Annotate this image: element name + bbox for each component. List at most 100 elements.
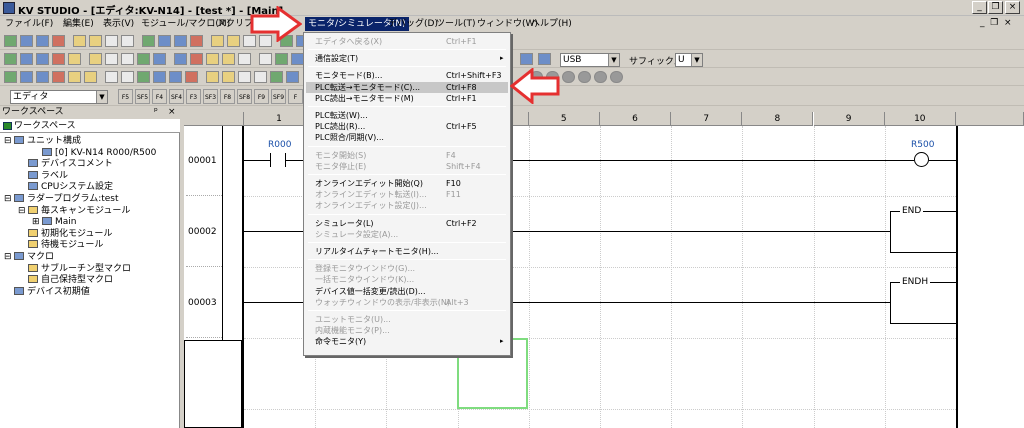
minimize-button[interactable]: _ — [972, 1, 987, 14]
toolbar-button-icon[interactable] — [238, 53, 251, 65]
toolbar-button-icon[interactable] — [68, 53, 81, 65]
toolbar-button-icon[interactable] — [259, 53, 272, 65]
toolbar-button-icon[interactable] — [222, 53, 235, 65]
toolbar-button-icon[interactable] — [520, 53, 533, 65]
toolbar-button-icon[interactable] — [68, 71, 81, 83]
toolbar-button-icon[interactable] — [142, 35, 155, 47]
toolbar-button-icon[interactable] — [121, 53, 134, 65]
toolbar-button-icon[interactable] — [610, 71, 623, 83]
function-key-button[interactable]: SF3 — [203, 89, 218, 104]
endh-instruction-box[interactable] — [890, 282, 956, 324]
toolbar-button-icon[interactable] — [153, 53, 166, 65]
toolbar-button-icon[interactable] — [52, 35, 65, 47]
toolbar-button-icon[interactable] — [4, 71, 17, 83]
toolbar-button-icon[interactable] — [137, 53, 150, 65]
function-key-button[interactable]: F — [288, 89, 303, 104]
toolbar-button-icon[interactable] — [270, 71, 283, 83]
menu-option[interactable]: デバイス値一括変更/読出(D)... — [306, 286, 508, 297]
toolbar-button-icon[interactable] — [20, 53, 33, 65]
toolbar-button-icon[interactable] — [121, 35, 134, 47]
tree-item[interactable]: [0] KV-N14 R000/R500 — [32, 147, 156, 159]
toolbar-button-icon[interactable] — [20, 35, 33, 47]
toolbar-button-icon[interactable] — [121, 71, 134, 83]
function-key-button[interactable]: F4 — [152, 89, 167, 104]
toolbar-button-icon[interactable] — [4, 35, 17, 47]
function-key-button[interactable]: SF9 — [271, 89, 286, 104]
suffix-select[interactable]: U ▼ — [675, 53, 703, 67]
toolbar-button-icon[interactable] — [105, 53, 118, 65]
function-key-button[interactable]: F9 — [254, 89, 269, 104]
connection-select[interactable]: USB ▼ — [560, 53, 620, 67]
menu-option[interactable]: PLC転送(W)... — [306, 110, 508, 121]
menu-item[interactable]: ヘルプ(H) — [528, 17, 575, 31]
toolbar-button-icon[interactable] — [153, 71, 166, 83]
mode-select[interactable]: エディタ ▼ — [10, 90, 108, 104]
toolbar-button-icon[interactable] — [52, 53, 65, 65]
toolbar-button-icon[interactable] — [36, 71, 49, 83]
menu-option[interactable]: PLC読出(R)... Ctrl+F5 — [306, 121, 508, 132]
tree-item[interactable]: ラベル — [18, 170, 68, 182]
tree-expand-icon[interactable]: ⊟ — [4, 194, 14, 205]
tree-expand-icon[interactable]: ⊟ — [4, 252, 14, 263]
toolbar-button-icon[interactable] — [4, 53, 17, 65]
tree-item[interactable]: ⊟ ユニット構成 — [4, 136, 81, 147]
menu-option[interactable]: PLC照合/同期(V)... — [306, 132, 508, 143]
toolbar-button-icon[interactable] — [206, 71, 219, 83]
chevron-down-icon[interactable]: ▼ — [96, 91, 107, 103]
menu-option[interactable]: リアルタイムチャートモニタ(H)... — [306, 246, 508, 257]
toolbar-button-icon[interactable] — [238, 71, 251, 83]
function-key-button[interactable]: SF4 — [169, 89, 184, 104]
tree-item[interactable]: ⊟ 毎スキャンモジュール — [18, 205, 130, 217]
toolbar-button-icon[interactable] — [594, 71, 607, 83]
function-key-button[interactable]: F5 — [118, 89, 133, 104]
menu-option[interactable]: 通信設定(T) ▸ — [306, 53, 508, 64]
mdi-controls[interactable]: _ ❐ × — [980, 18, 1012, 28]
toolbar-button-icon[interactable] — [190, 35, 203, 47]
toolbar-button-icon[interactable] — [84, 71, 97, 83]
toolbar-button-icon[interactable] — [286, 71, 299, 83]
toolbar-button-icon[interactable] — [52, 71, 65, 83]
chevron-down-icon[interactable]: ▼ — [608, 54, 619, 66]
output-coil[interactable] — [914, 152, 929, 167]
toolbar-button-icon[interactable] — [562, 71, 575, 83]
tree-expand-icon[interactable]: ⊞ — [32, 217, 42, 228]
toolbar-button-icon[interactable] — [190, 53, 203, 65]
tree-item[interactable]: 自己保持型マクロ — [18, 275, 113, 286]
toolbar-button-icon[interactable] — [89, 53, 102, 65]
chevron-down-icon[interactable]: ▼ — [691, 54, 702, 66]
menu-option[interactable]: モニタモード(B)... Ctrl+Shift+F3 — [306, 70, 508, 81]
menu-option[interactable]: シミュレータ(L) Ctrl+F2 — [306, 218, 508, 229]
toolbar-button-icon[interactable] — [538, 53, 551, 65]
tree-expand-icon[interactable]: ⊟ — [4, 136, 14, 147]
tree-item[interactable]: ⊞ Main — [32, 217, 77, 228]
close-button[interactable]: × — [1005, 1, 1020, 14]
toolbar-button-icon[interactable] — [36, 53, 49, 65]
function-key-button[interactable]: F3 — [186, 89, 201, 104]
toolbar-button-icon[interactable] — [578, 71, 591, 83]
toolbar-button-icon[interactable] — [105, 71, 118, 83]
end-instruction-box[interactable] — [890, 211, 956, 253]
toolbar-button-icon[interactable] — [20, 71, 33, 83]
menu-option[interactable]: PLC転送→モニタモード(C)... Ctrl+F8 — [306, 81, 508, 93]
tree-item[interactable]: デバイスコメント — [18, 159, 113, 170]
restore-button[interactable]: ❐ — [988, 1, 1003, 14]
tree-item[interactable]: ⊟ マクロ — [4, 252, 54, 263]
tree-item[interactable]: CPUシステム設定 — [18, 182, 113, 193]
menu-item[interactable]: ツール(T) — [433, 17, 479, 31]
toolbar-button-icon[interactable] — [222, 71, 235, 83]
toolbar-button-icon[interactable] — [174, 53, 187, 65]
toolbar-button-icon[interactable] — [227, 35, 240, 47]
tree-item[interactable]: 待機モジュール — [18, 240, 103, 251]
tree-item[interactable]: ⊟ ラダープログラム:test — [4, 194, 119, 205]
function-key-button[interactable]: F8 — [220, 89, 235, 104]
menu-option[interactable]: 命令モニタ(Y) ▸ — [306, 336, 508, 347]
function-key-button[interactable]: SF5 — [135, 89, 150, 104]
menu-option[interactable]: オンラインエディット開始(Q) F10 — [306, 178, 508, 189]
function-key-button[interactable]: SF8 — [237, 89, 252, 104]
workspace-tab[interactable]: ワークスペース — [0, 119, 180, 133]
close-pane-icon[interactable]: × — [168, 106, 176, 119]
toolbar-button-icon[interactable] — [185, 71, 198, 83]
toolbar-button-icon[interactable] — [254, 71, 267, 83]
toolbar-button-icon[interactable] — [206, 53, 219, 65]
toolbar-button-icon[interactable] — [89, 35, 102, 47]
